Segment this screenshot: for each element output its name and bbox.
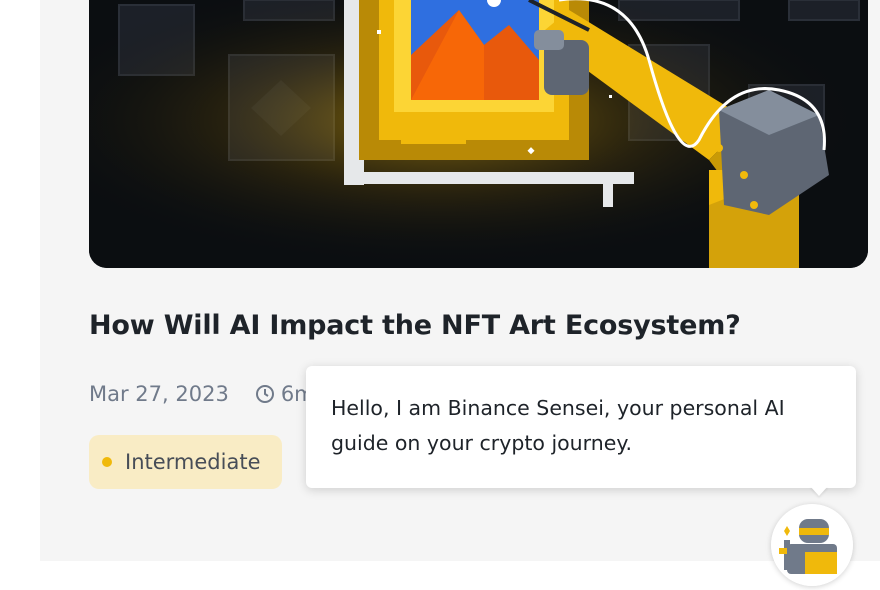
sensei-avatar-icon [771,504,853,586]
sensei-avatar-button[interactable] [771,504,853,586]
article-meta: Mar 27, 2023 6m [89,378,315,410]
robot-arm-painting-illustration [89,0,868,268]
clock-icon [255,384,275,404]
level-dot-icon [102,457,112,467]
sensei-message: Hello, I am Binance Sensei, your persona… [331,396,785,455]
level-label: Intermediate [125,450,261,474]
article-title[interactable]: How Will AI Impact the NFT Art Ecosystem… [89,310,789,341]
sensei-tooltip: Hello, I am Binance Sensei, your persona… [306,366,856,488]
article-hero-image[interactable] [89,0,868,268]
level-badge[interactable]: Intermediate [89,435,282,489]
article-date: Mar 27, 2023 [89,382,229,406]
tooltip-arrow [810,486,828,496]
